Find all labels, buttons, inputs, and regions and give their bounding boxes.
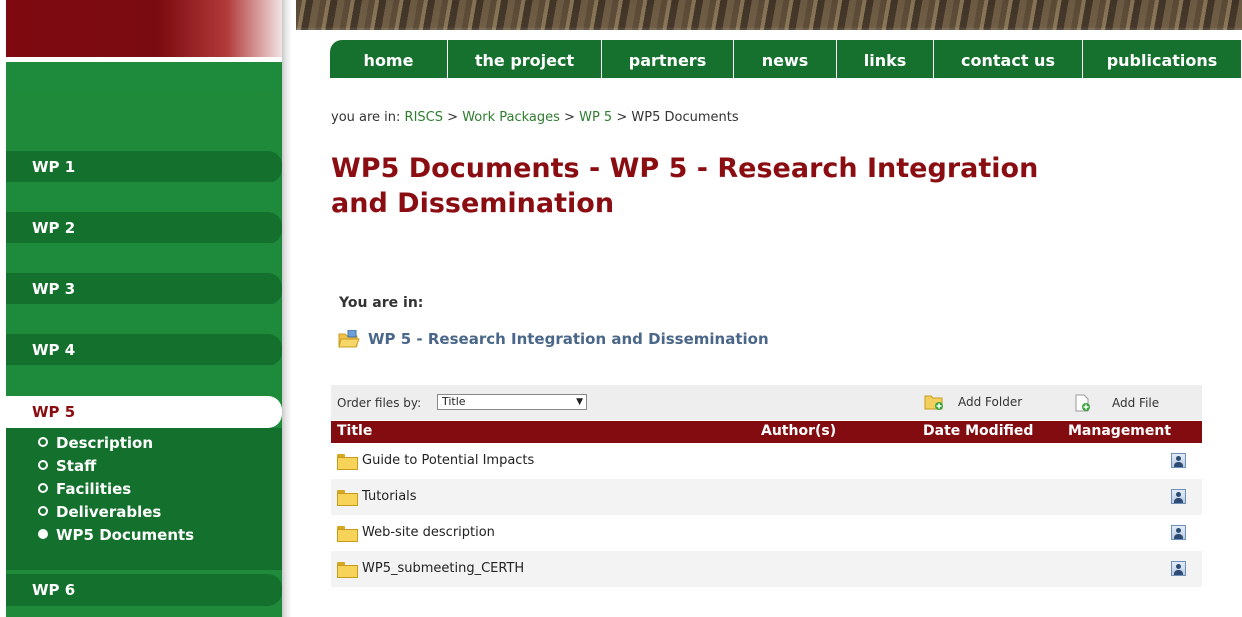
subnav-label: Facilities [56,480,132,498]
nav-news[interactable]: news [734,40,837,78]
add-file-icon [1075,394,1090,412]
bullet-icon [38,437,48,447]
breadcrumb-link-wp5[interactable]: WP 5 [579,110,612,125]
nav-partners[interactable]: partners [602,40,734,78]
bullet-icon [38,506,48,516]
add-file-button[interactable]: Add File [1074,394,1159,412]
chevron-down-icon: ▼ [576,397,583,407]
nav-publications[interactable]: publications [1083,40,1242,78]
breadcrumb-link-riscs[interactable]: RISCS [405,110,443,125]
current-folder-link[interactable]: WP 5 - Research Integration and Dissemin… [338,330,769,348]
breadcrumb: you are in: RISCS > Work Packages > WP 5… [331,110,739,125]
folder-link[interactable]: WP5_submeeting_CERTH [337,561,525,578]
add-folder-label: Add Folder [958,395,1023,409]
sidebar-item-wp5[interactable]: WP 5 [6,396,282,428]
subnav-item-staff[interactable]: Staff [38,455,282,478]
nav-the-project[interactable]: the project [448,40,602,78]
subnav-label: Staff [56,457,97,475]
folder-link[interactable]: Web-site description [337,525,495,542]
sidebar-nav: WP 1 WP 2 WP 3 WP 4 WP 5 Description Sta… [6,62,282,617]
subnav-item-description[interactable]: Description [38,432,282,455]
table-row: Tutorials [331,479,1202,515]
folder-icon [337,453,358,470]
sidebar-item-wp3[interactable]: WP 3 [6,273,282,305]
top-nav: home the project partners news links con… [330,40,1242,78]
sidebar-item-wp4[interactable]: WP 4 [6,334,282,366]
column-header-date-modified[interactable]: Date Modified [923,423,1033,439]
banner-image [296,0,1242,30]
table-header: Title Author(s) Date Modified Management [331,421,1202,443]
sidebar: WP 1 WP 2 WP 3 WP 4 WP 5 Description Sta… [6,0,282,617]
subnav-item-facilities[interactable]: Facilities [38,478,282,501]
page-title: WP5 Documents - WP 5 - Research Integrat… [331,153,1039,219]
manage-user-icon[interactable] [1171,489,1186,504]
breadcrumb-separator: > [564,110,575,125]
file-toolbar: Order files by: Title ▼ Add Folder Add F… [331,385,1202,420]
subnav-label: Deliverables [56,503,162,521]
column-header-authors[interactable]: Author(s) [761,423,836,439]
manage-user-icon[interactable] [1171,453,1186,468]
breadcrumb-prefix: you are in: [331,110,401,125]
add-folder-icon [924,395,943,410]
order-by-select[interactable]: Title ▼ [437,394,587,410]
sidebar-header-band [6,0,282,57]
breadcrumb-separator: > [616,110,628,125]
location-label: You are in: [339,295,424,311]
column-header-title[interactable]: Title [337,423,372,439]
bullet-filled-icon [38,529,48,539]
column-header-management: Management [1068,423,1172,439]
add-file-label: Add File [1112,396,1160,410]
table-row: WP5_submeeting_CERTH [331,551,1202,587]
sidebar-item-wp1[interactable]: WP 1 [6,151,282,183]
subnav-item-deliverables[interactable]: Deliverables [38,501,282,524]
subnav-label: WP5 Documents [56,526,195,544]
breadcrumb-link-work-packages[interactable]: Work Packages [462,110,560,125]
bullet-icon [38,460,48,470]
page: WP 1 WP 2 WP 3 WP 4 WP 5 Description Sta… [0,0,1242,617]
order-by-value: Title [442,395,466,408]
folder-name: Guide to Potential Impacts [362,453,535,468]
folder-name: Web-site description [362,525,495,540]
table-row: Web-site description [331,515,1202,551]
sidebar-spacer [6,243,282,271]
sidebar-spacer [6,304,282,332]
table-row: Guide to Potential Impacts [331,443,1202,479]
open-folder-icon [338,330,360,348]
sidebar-spacer [6,365,282,393]
folder-link[interactable]: Tutorials [337,489,417,506]
manage-user-icon[interactable] [1171,561,1186,576]
order-by-label: Order files by: [337,396,422,410]
add-folder-button[interactable]: Add Folder [924,394,1022,410]
nav-links[interactable]: links [837,40,934,78]
sidebar-subnav: Description Staff Facilities Deliverable… [6,428,282,570]
subnav-item-wp5-documents[interactable]: WP5 Documents [38,524,282,547]
sidebar-item-wp2[interactable]: WP 2 [6,212,282,244]
folder-name: WP5_submeeting_CERTH [362,561,525,576]
folder-icon [337,489,358,506]
breadcrumb-separator: > [447,110,459,125]
current-folder-name: WP 5 - Research Integration and Dissemin… [368,330,769,348]
subnav-label: Description [56,434,154,452]
folder-icon [337,561,358,578]
folder-name: Tutorials [362,489,417,504]
column-divider [282,0,292,617]
folder-link[interactable]: Guide to Potential Impacts [337,453,535,470]
breadcrumb-current: WP5 Documents [631,110,739,125]
sidebar-spacer [6,182,282,210]
nav-home[interactable]: home [330,40,448,78]
bullet-icon [38,483,48,493]
documents-table: Title Author(s) Date Modified Management… [331,421,1202,587]
sidebar-item-wp6[interactable]: WP 6 [6,574,282,606]
nav-contact-us[interactable]: contact us [934,40,1083,78]
folder-icon [337,525,358,542]
manage-user-icon[interactable] [1171,525,1186,540]
sidebar-spacer [6,62,282,90]
